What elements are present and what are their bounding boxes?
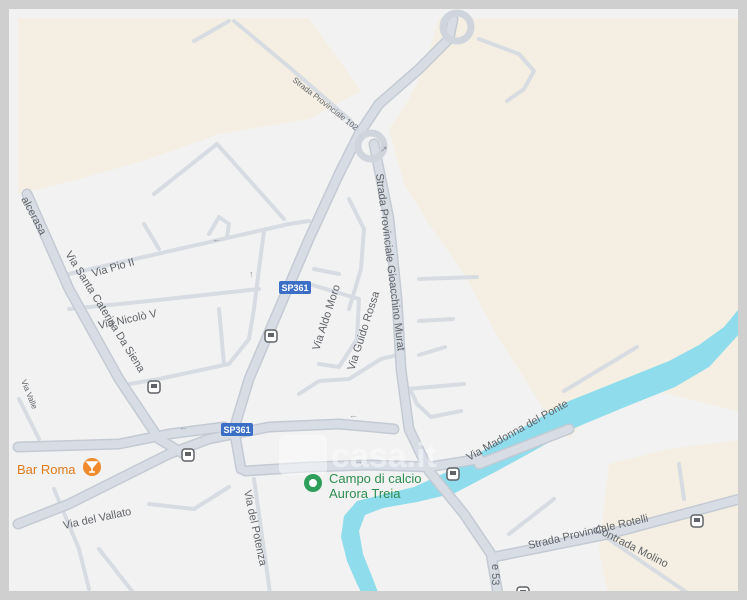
svg-text:↑: ↑ [249,269,254,279]
svg-text:→: → [354,456,363,466]
svg-text:SP361: SP361 [223,425,250,435]
poi-campo-label-1: Campo di calcio [329,471,422,486]
svg-text:←: ← [349,410,358,420]
bus-stop-icon[interactable] [516,586,530,599]
shield-sp361-bottom[interactable]: SP361 [221,423,253,436]
bus-stop-icon[interactable] [264,329,278,343]
label-via-aldo-moro[interactable]: Via Aldo Moro [310,283,343,352]
svg-text:←: ← [212,234,221,244]
bus-stop-icon[interactable] [147,380,161,394]
bus-stop-icon[interactable] [446,467,460,481]
label-via-del-vallato[interactable]: Via del Vallato [62,506,132,532]
poi-bar-roma[interactable]: Bar Roma [17,458,101,477]
bus-stop-icon[interactable] [690,514,704,528]
svg-text:SP361: SP361 [281,283,308,293]
label-via-pio-ii[interactable]: Via Pio II [91,256,136,280]
label-sp53[interactable]: e 53 [489,564,501,585]
label-via-del-potenza[interactable]: Via del Potenza [241,489,269,568]
watermark: casa.it [279,435,437,475]
map-canvas[interactable]: casa.it SP361 SP361 Strada Provinciale 1… [0,0,747,600]
bus-stop-icon[interactable] [181,448,195,462]
poi-bar-roma-label: Bar Roma [17,462,76,477]
shield-sp361-top[interactable]: SP361 [279,281,311,294]
watermark-text: casa.it [331,437,437,475]
map-svg: casa.it SP361 SP361 Strada Provinciale 1… [12,9,738,599]
svg-text:↗: ↗ [380,144,388,154]
poi-campo-label-2: Aurora Treia [329,486,401,501]
svg-text:←: ← [179,422,188,432]
